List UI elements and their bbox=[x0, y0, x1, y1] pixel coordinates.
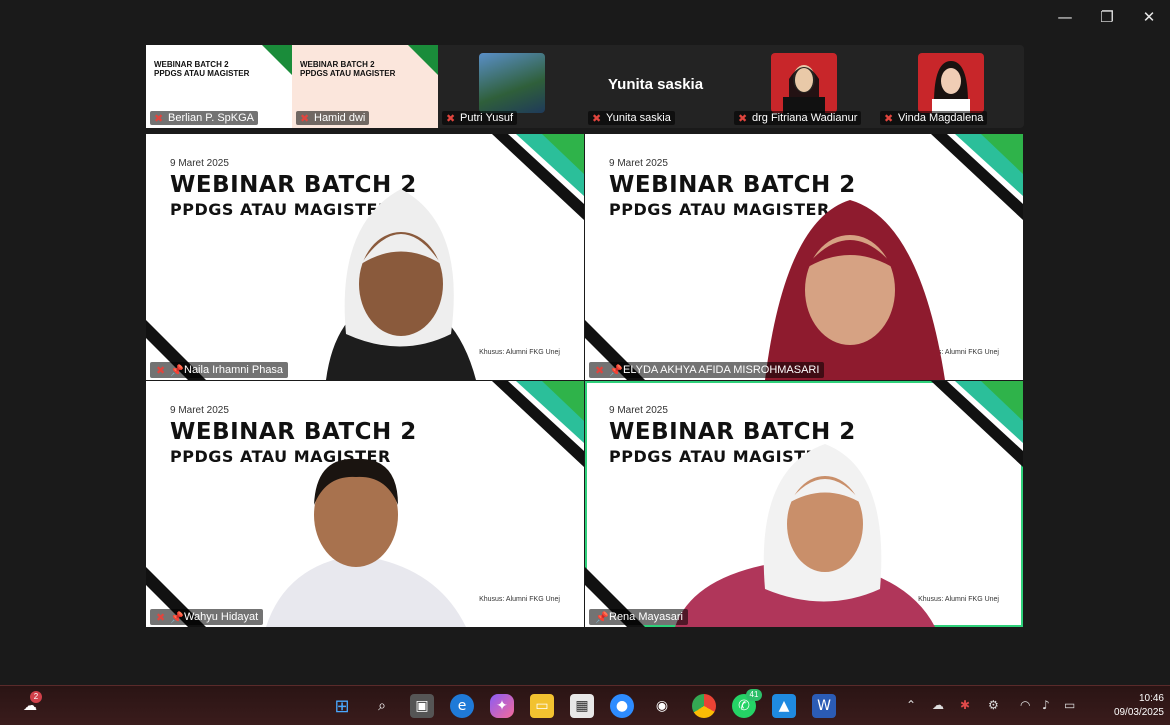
volume-icon[interactable]: ♪ bbox=[1042, 698, 1050, 712]
participant-name-tag: ✖ Vinda Magdalena bbox=[880, 111, 988, 125]
slide-decoration bbox=[931, 381, 1023, 467]
pin-icon: 📌 bbox=[609, 365, 623, 377]
notification-badge: 2 bbox=[30, 691, 42, 703]
participant-video bbox=[326, 189, 476, 380]
mic-muted-icon: ✖ bbox=[884, 113, 894, 125]
file-explorer-icon[interactable]: ▭ bbox=[530, 694, 554, 718]
participant-thumb[interactable]: WEBINAR BATCH 2 PPDGS ATAU MAGISTER ✖ Hami… bbox=[292, 45, 438, 128]
participant-name-tag: ✖ drg Fitriana Wadianur bbox=[734, 111, 862, 125]
mic-muted-icon: ✖ bbox=[156, 612, 166, 624]
store-icon[interactable]: ▦ bbox=[570, 694, 594, 718]
show-hidden-icons-icon[interactable]: ⌃ bbox=[906, 698, 916, 712]
participant-name-tag: 📌 Rena Mayasari bbox=[589, 609, 688, 625]
mic-muted-icon: ✖ bbox=[592, 113, 602, 125]
slide-date: 9 Maret 2025 bbox=[170, 158, 229, 169]
window-controls: — ❐ ✕ bbox=[1044, 0, 1170, 34]
system-clock[interactable]: 10:46 09/03/2025 bbox=[1114, 692, 1164, 720]
slide-date: 9 Maret 2025 bbox=[609, 405, 668, 416]
photos-icon[interactable]: ▲ bbox=[772, 694, 796, 718]
app-tray-icon[interactable]: ✱ bbox=[960, 698, 970, 712]
slide-decoration bbox=[408, 45, 438, 75]
participant-name-tag: ✖ 📌 Naila Irhamni Phasa bbox=[150, 362, 289, 378]
close-button[interactable]: ✕ bbox=[1128, 0, 1170, 34]
wifi-icon[interactable]: ◠ bbox=[1020, 698, 1030, 712]
participant-thumb[interactable]: ✖ Vinda Magdalena bbox=[876, 45, 1024, 128]
avatar bbox=[479, 53, 545, 113]
participant-strip: WEBINAR BATCH 2 PPDGS ATAU MAGISTER ✖ Berl… bbox=[146, 45, 1024, 128]
participant-name-tag: ✖ Yunita saskia bbox=[588, 111, 675, 125]
minimize-button[interactable]: — bbox=[1044, 0, 1086, 34]
participant-video bbox=[266, 458, 466, 627]
start-icon[interactable]: ⊞ bbox=[330, 694, 354, 718]
clock-date: 09/03/2025 bbox=[1113, 707, 1164, 718]
slide-date: 9 Maret 2025 bbox=[170, 405, 229, 416]
pin-icon: 📌 bbox=[595, 612, 609, 624]
person-photo bbox=[932, 61, 970, 113]
participant-name-tag: ✖ 📌 Wahyu Hidayat bbox=[150, 609, 264, 625]
search-icon[interactable]: ⌕ bbox=[370, 694, 394, 718]
bluetooth-icon[interactable]: ⚙ bbox=[988, 698, 999, 712]
pin-icon: 📌 bbox=[170, 365, 184, 377]
battery-icon[interactable]: ▭ bbox=[1064, 698, 1075, 712]
avatar bbox=[918, 53, 984, 113]
participant-name-tag: ✖ Hamid dwi bbox=[296, 111, 370, 125]
mic-muted-icon: ✖ bbox=[300, 113, 310, 125]
notification-badge: 41 bbox=[746, 689, 762, 701]
participant-thumb[interactable]: ✖ drg Fitriana Wadianur bbox=[730, 45, 876, 128]
chrome-icon[interactable] bbox=[692, 694, 716, 718]
participant-video bbox=[675, 444, 935, 627]
zoom-window: — ❐ ✕ WEBINAR BATCH 2 PPDGS ATAU MAGISTER… bbox=[0, 0, 1170, 685]
participant-name-tag: ✖ Berlian P. SpKGA bbox=[150, 111, 259, 125]
edge-icon[interactable]: e bbox=[450, 694, 474, 718]
avatar bbox=[771, 53, 837, 113]
mini-slide-title: WEBINAR BATCH 2 PPDGS ATAU MAGISTER bbox=[300, 60, 396, 78]
participant-video bbox=[765, 200, 945, 380]
person-photo bbox=[783, 65, 825, 113]
mic-muted-icon: ✖ bbox=[446, 113, 456, 125]
clock-time: 10:46 bbox=[1138, 693, 1164, 704]
onedrive-icon[interactable]: ☁ bbox=[932, 698, 944, 712]
participant-thumb[interactable]: WEBINAR BATCH 2 PPDGS ATAU MAGISTER ✖ Berl… bbox=[146, 45, 292, 128]
zoom-icon[interactable]: ● bbox=[610, 694, 634, 718]
video-tile[interactable]: 9 Maret 2025 WEBINAR BATCH 2 PPDGS ATAU … bbox=[146, 381, 584, 627]
mini-slide-title: WEBINAR BATCH 2 PPDGS ATAU MAGISTER bbox=[154, 60, 250, 78]
slide-decoration bbox=[262, 45, 292, 75]
mic-muted-icon: ✖ bbox=[154, 113, 164, 125]
video-tile[interactable]: 9 Maret 2025 WEBINAR BATCH 2 PPDGS ATAU … bbox=[585, 134, 1023, 380]
video-tile-active-speaker[interactable]: 9 Maret 2025 WEBINAR BATCH 2 PPDGS ATAU … bbox=[585, 381, 1023, 627]
pin-icon: 📌 bbox=[170, 612, 184, 624]
mic-muted-icon: ✖ bbox=[738, 113, 748, 125]
camera-icon[interactable]: ◉ bbox=[650, 694, 674, 718]
windows-taskbar: ☁ 2 ⊞ ⌕ ▣ e ✦ ▭ ▦ ● ◉ ✆ 41 ▲ W ⌃ ☁ ✱ ⚙ ◠… bbox=[0, 685, 1170, 725]
participant-name-tag: ✖ Putri Yusuf bbox=[442, 111, 517, 125]
slide-title: WEBINAR BATCH 2 bbox=[170, 419, 417, 445]
slide-date: 9 Maret 2025 bbox=[609, 158, 668, 169]
participant-display-name: Yunita saskia bbox=[608, 76, 704, 93]
restore-button[interactable]: ❐ bbox=[1086, 0, 1128, 34]
participant-thumb[interactable]: ✖ Putri Yusuf bbox=[438, 45, 584, 128]
mic-muted-icon: ✖ bbox=[595, 365, 605, 377]
mic-muted-icon: ✖ bbox=[156, 365, 166, 377]
slide-decoration bbox=[492, 381, 584, 467]
task-view-icon[interactable]: ▣ bbox=[410, 694, 434, 718]
word-icon[interactable]: W bbox=[812, 694, 836, 718]
participant-name-tag: ✖ 📌 ELYDA AKHYA AFIDA MISROHMASARI bbox=[589, 362, 825, 378]
slide-title: WEBINAR BATCH 2 bbox=[609, 172, 856, 198]
copilot-icon[interactable]: ✦ bbox=[490, 694, 514, 718]
video-tile[interactable]: 9 Maret 2025 WEBINAR BATCH 2 PPDGS ATAU … bbox=[146, 134, 584, 380]
